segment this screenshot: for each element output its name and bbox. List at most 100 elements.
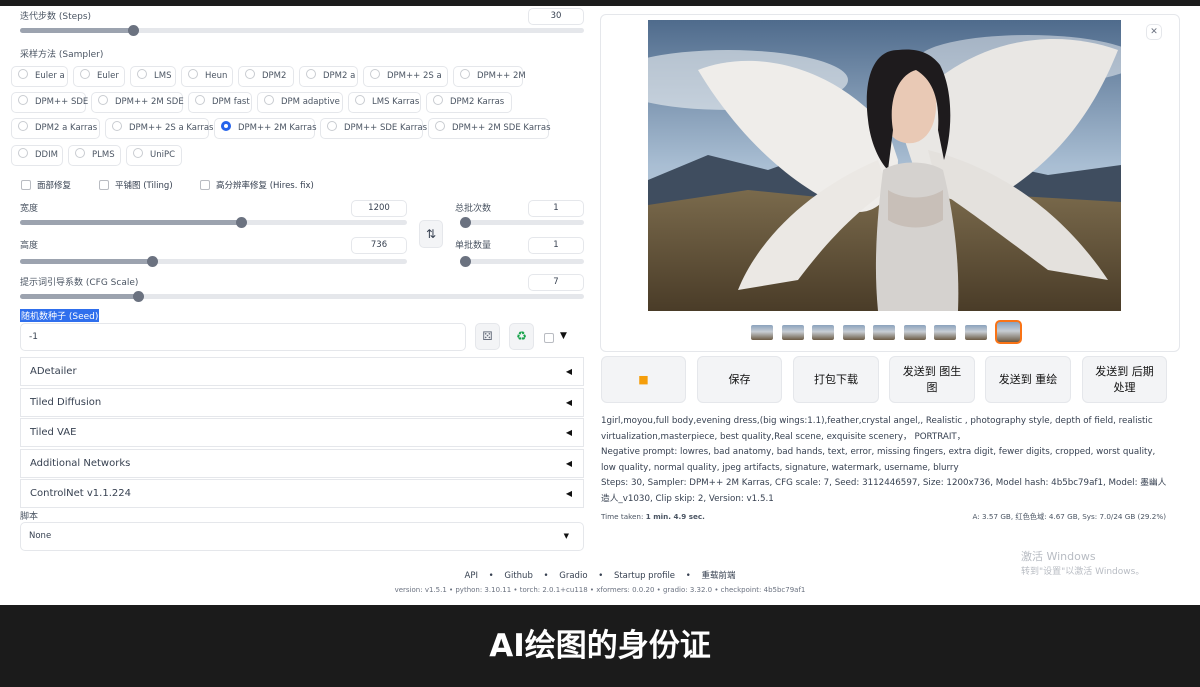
accordion-controlnet[interactable]: ControlNet v1.1.224 ◀ bbox=[20, 479, 584, 508]
gallery-thumbnail[interactable] bbox=[842, 325, 865, 340]
sampler-option[interactable]: DPM2 bbox=[238, 66, 294, 87]
collapse-icon: ◀ bbox=[565, 489, 572, 498]
script-select-value: None bbox=[29, 531, 52, 541]
height-slider[interactable] bbox=[20, 256, 407, 267]
accordion-label: Additional Networks bbox=[30, 458, 131, 469]
sampler-option[interactable]: DDIM bbox=[11, 145, 63, 166]
recycle-icon: ♻ bbox=[516, 329, 527, 343]
batch-count-slider[interactable] bbox=[460, 217, 584, 228]
height-number-input[interactable]: 736 bbox=[351, 237, 407, 254]
sampler-option[interactable]: Euler bbox=[73, 66, 125, 87]
zip-download-button[interactable]: 打包下载 bbox=[793, 356, 879, 403]
radio-icon bbox=[355, 95, 365, 105]
accordion-tiled-vae[interactable]: Tiled VAE ◀ bbox=[20, 418, 584, 447]
sampler-option[interactable]: DPM++ 2M Karras bbox=[214, 118, 317, 139]
sampler-option[interactable]: DPM adaptive bbox=[257, 92, 343, 113]
dice-icon: ⚄ bbox=[482, 329, 493, 343]
tiling-label: 平铺图 (Tiling) bbox=[115, 181, 173, 191]
sampler-option[interactable]: DPM2 a bbox=[299, 66, 358, 87]
windows-activation-title: 激活 Windows bbox=[1021, 550, 1096, 563]
sampler-option-label: DPM++ 2M SDE bbox=[115, 97, 184, 107]
sampler-option[interactable]: DPM++ 2M SDE Karras bbox=[428, 118, 551, 139]
extra-seed-toggle-icon[interactable]: ▼ bbox=[560, 331, 567, 341]
sampler-option[interactable]: PLMS bbox=[68, 145, 121, 166]
sampler-option[interactable]: DPM++ SDE Karras bbox=[320, 118, 427, 139]
radio-icon bbox=[75, 148, 85, 158]
seed-input[interactable]: -1 bbox=[20, 323, 466, 351]
batch-count-input[interactable]: 1 bbox=[528, 200, 584, 217]
send-to-extras-button[interactable]: 发送到 后期处理 bbox=[1082, 356, 1167, 403]
accordion-tiled-diffusion[interactable]: Tiled Diffusion ◀ bbox=[20, 388, 584, 417]
swap-dimensions-button[interactable]: ⇅ bbox=[419, 220, 443, 248]
width-slider[interactable] bbox=[20, 217, 407, 228]
collapse-icon: ◀ bbox=[565, 459, 572, 468]
width-label: 宽度 bbox=[20, 204, 39, 214]
gallery-thumbnail[interactable] bbox=[964, 325, 987, 340]
gallery-thumbnail[interactable] bbox=[812, 325, 834, 340]
extra-seed-checkbox[interactable] bbox=[544, 333, 554, 343]
gallery-thumbnail[interactable] bbox=[781, 325, 804, 340]
footer-dot: • bbox=[543, 571, 549, 581]
batch-count-label: 总批次数 bbox=[455, 204, 492, 214]
gallery-thumbnail[interactable] bbox=[751, 325, 773, 340]
sampler-option-label: UniPC bbox=[150, 150, 176, 160]
radio-icon bbox=[80, 69, 90, 79]
steps-number-input[interactable]: 30 bbox=[528, 8, 584, 25]
sampler-option[interactable]: DPM++ 2M bbox=[453, 66, 526, 87]
save-button[interactable]: 保存 bbox=[697, 356, 782, 403]
footer-link-github[interactable]: Github bbox=[504, 571, 532, 581]
footer-link-gradio[interactable]: Gradio bbox=[559, 571, 587, 581]
sampler-option-label: DPM2 a Karras bbox=[35, 123, 98, 133]
gallery-thumbnail[interactable] bbox=[903, 325, 926, 340]
sampler-option[interactable]: LMS Karras bbox=[348, 92, 421, 113]
batch-size-input[interactable]: 1 bbox=[528, 237, 584, 254]
sampler-option[interactable]: DPM fast bbox=[188, 92, 252, 113]
cfg-slider[interactable] bbox=[20, 291, 584, 302]
face-restore-checkbox[interactable] bbox=[21, 180, 31, 190]
radio-icon bbox=[264, 95, 274, 105]
windows-activation-hint: 转到"设置"以激活 Windows。 bbox=[1021, 567, 1145, 577]
cfg-number-input[interactable]: 7 bbox=[528, 274, 584, 291]
gallery-thumbnail[interactable] bbox=[873, 325, 895, 340]
sampler-option-label: LMS bbox=[154, 71, 172, 81]
footer-links: API • Github • Gradio • Startup profile … bbox=[0, 569, 1200, 581]
sampler-option[interactable]: DPM++ 2S a Karras bbox=[105, 118, 213, 139]
accordion-additional-networks[interactable]: Additional Networks ◀ bbox=[20, 449, 584, 478]
reuse-seed-button[interactable]: ♻ bbox=[509, 323, 534, 350]
generated-image[interactable] bbox=[648, 20, 1121, 311]
sampler-option[interactable]: DPM++ 2M SDE bbox=[91, 92, 184, 113]
steps-slider[interactable] bbox=[20, 25, 584, 36]
close-image-button[interactable]: ✕ bbox=[1146, 24, 1162, 40]
sampler-option[interactable]: LMS bbox=[130, 66, 176, 87]
send-to-inpaint-button[interactable]: 发送到 重绘 bbox=[985, 356, 1071, 403]
random-seed-button[interactable]: ⚄ bbox=[475, 323, 500, 350]
batch-size-slider[interactable] bbox=[460, 256, 584, 267]
parameters-text: Steps: 30, Sampler: DPM++ 2M Karras, CFG… bbox=[601, 478, 1167, 504]
time-taken-value: 1 min. 4.9 sec. bbox=[645, 512, 705, 521]
sampler-option[interactable]: Euler a bbox=[11, 66, 68, 87]
sampler-option[interactable]: DPM++ 2S a bbox=[363, 66, 448, 87]
gallery-thumbnail[interactable] bbox=[995, 320, 1022, 344]
gallery-thumbnail[interactable] bbox=[934, 325, 956, 340]
sampler-option[interactable]: Heun bbox=[181, 66, 233, 87]
accordion-adetailer[interactable]: ADetailer ◀ bbox=[20, 357, 584, 386]
footer-link-api[interactable]: API bbox=[465, 571, 478, 581]
width-number-input[interactable]: 1200 bbox=[351, 200, 407, 217]
sampler-option[interactable]: DPM2 a Karras bbox=[11, 118, 100, 139]
footer-link-reload-ui[interactable]: 重载前端 bbox=[701, 571, 735, 581]
webui-page: 迭代步数 (Steps) 30 采样方法 (Sampler) Euler a Eu… bbox=[0, 6, 1200, 605]
accordion-label: ControlNet v1.1.224 bbox=[30, 488, 131, 499]
sampler-option[interactable]: DPM2 Karras bbox=[426, 92, 512, 113]
open-folder-button[interactable]: ■ bbox=[601, 356, 686, 403]
radio-icon bbox=[435, 121, 445, 131]
sampler-option[interactable]: DPM++ SDE bbox=[11, 92, 88, 113]
footer-link-startup-profile[interactable]: Startup profile bbox=[614, 571, 675, 581]
tiling-checkbox[interactable] bbox=[99, 180, 109, 190]
script-select[interactable]: None ▼ bbox=[20, 522, 584, 551]
sampler-option[interactable]: UniPC bbox=[126, 145, 182, 166]
send-to-img2img-button[interactable]: 发送到 图生图 bbox=[889, 356, 975, 403]
cfg-label: 提示词引导系数 (CFG Scale) bbox=[20, 278, 139, 288]
radio-icon bbox=[195, 95, 205, 105]
hires-fix-checkbox[interactable] bbox=[200, 180, 210, 190]
radio-icon bbox=[327, 121, 337, 131]
